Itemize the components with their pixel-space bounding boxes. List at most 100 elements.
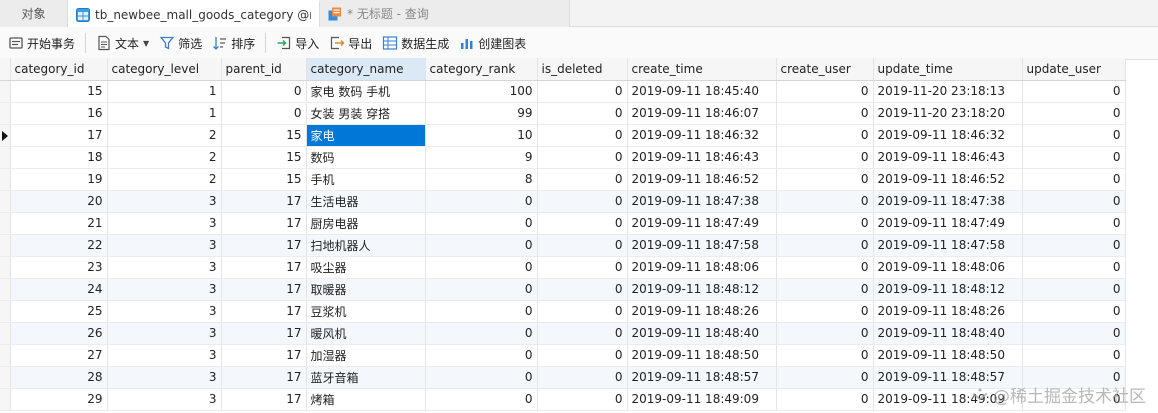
column-header-is-deleted[interactable]: is_deleted xyxy=(537,58,628,81)
table-row[interactable]: 21 3 17 厨房电器 0 0 2019-09-11 18:47:49 0 2019-09-1… xyxy=(0,212,1126,235)
cell-category-id[interactable]: 28 xyxy=(10,366,108,389)
cell-category-id[interactable]: 27 xyxy=(10,344,108,367)
cell-update-time[interactable]: 2019-09-11 18:47:58 xyxy=(873,234,1023,257)
cell-parent-id[interactable]: 17 xyxy=(221,278,307,301)
cell-create-time[interactable]: 2019-09-11 18:47:58 xyxy=(627,234,777,257)
cell-update-user[interactable]: 0 xyxy=(1022,102,1126,125)
cell-create-time[interactable]: 2019-09-11 18:48:12 xyxy=(627,278,777,301)
cell-is-deleted[interactable]: 0 xyxy=(537,190,628,213)
row-indicator[interactable] xyxy=(0,80,11,103)
cell-create-user[interactable]: 0 xyxy=(776,212,874,235)
table-row[interactable]: 28 3 17 蓝牙音箱 0 0 2019-09-11 18:48:57 0 2019-09-1… xyxy=(0,366,1126,389)
cell-update-time[interactable]: 2019-09-11 18:48:50 xyxy=(873,344,1023,367)
cell-is-deleted[interactable]: 0 xyxy=(537,344,628,367)
cell-update-time[interactable]: 2019-09-11 18:48:40 xyxy=(873,322,1023,345)
cell-update-time[interactable]: 2019-09-11 18:47:38 xyxy=(873,190,1023,213)
text-view-button[interactable]: 文本 ▼ xyxy=(92,31,153,55)
cell-parent-id[interactable]: 17 xyxy=(221,190,307,213)
cell-category-name[interactable]: 取暖器 xyxy=(306,278,426,301)
cell-category-rank[interactable]: 0 xyxy=(425,234,538,257)
cell-category-rank[interactable]: 0 xyxy=(425,278,538,301)
cell-category-name[interactable]: 加湿器 xyxy=(306,344,426,367)
cell-is-deleted[interactable]: 0 xyxy=(537,80,628,103)
cell-create-time[interactable]: 2019-09-11 18:49:09 xyxy=(627,388,777,411)
cell-category-level[interactable]: 3 xyxy=(107,278,222,301)
cell-create-time[interactable]: 2019-09-11 18:45:40 xyxy=(627,80,777,103)
cell-category-level[interactable]: 3 xyxy=(107,234,222,257)
cell-update-user[interactable]: 0 xyxy=(1022,344,1126,367)
cell-create-user[interactable]: 0 xyxy=(776,388,874,411)
row-indicator[interactable] xyxy=(0,366,11,389)
row-indicator[interactable] xyxy=(0,146,11,169)
cell-update-user[interactable]: 0 xyxy=(1022,190,1126,213)
cell-parent-id[interactable]: 0 xyxy=(221,102,307,125)
import-button[interactable]: 导入 xyxy=(272,31,323,55)
cell-create-user[interactable]: 0 xyxy=(776,344,874,367)
cell-category-name[interactable]: 吸尘器 xyxy=(306,256,426,279)
row-indicator[interactable] xyxy=(0,344,11,367)
cell-create-time[interactable]: 2019-09-11 18:48:06 xyxy=(627,256,777,279)
cell-update-user[interactable]: 0 xyxy=(1022,234,1126,257)
cell-category-level[interactable]: 3 xyxy=(107,190,222,213)
cell-create-time[interactable]: 2019-09-11 18:46:07 xyxy=(627,102,777,125)
row-indicator[interactable] xyxy=(0,300,11,323)
cell-update-user[interactable]: 0 xyxy=(1022,146,1126,169)
cell-category-level[interactable]: 3 xyxy=(107,300,222,323)
cell-category-level[interactable]: 1 xyxy=(107,80,222,103)
data-generation-button[interactable]: 数据生成 xyxy=(378,31,453,55)
cell-category-level[interactable]: 1 xyxy=(107,102,222,125)
cell-is-deleted[interactable]: 0 xyxy=(537,322,628,345)
cell-category-id[interactable]: 16 xyxy=(10,102,108,125)
row-indicator[interactable] xyxy=(0,322,11,345)
cell-is-deleted[interactable]: 0 xyxy=(537,278,628,301)
cell-create-time[interactable]: 2019-09-11 18:46:43 xyxy=(627,146,777,169)
cell-update-user[interactable]: 0 xyxy=(1022,168,1126,191)
cell-category-level[interactable]: 3 xyxy=(107,388,222,411)
export-button[interactable]: 导出 xyxy=(325,31,376,55)
cell-parent-id[interactable]: 17 xyxy=(221,256,307,279)
cell-parent-id[interactable]: 17 xyxy=(221,344,307,367)
row-indicator[interactable] xyxy=(0,102,11,125)
cell-category-id[interactable]: 20 xyxy=(10,190,108,213)
cell-is-deleted[interactable]: 0 xyxy=(537,212,628,235)
row-indicator[interactable] xyxy=(0,212,11,235)
cell-category-level[interactable]: 3 xyxy=(107,322,222,345)
cell-parent-id[interactable]: 17 xyxy=(221,300,307,323)
column-header-parent-id[interactable]: parent_id xyxy=(221,58,307,81)
column-header-create-time[interactable]: create_time xyxy=(627,58,777,81)
cell-category-rank[interactable]: 0 xyxy=(425,344,538,367)
cell-category-id[interactable]: 21 xyxy=(10,212,108,235)
cell-category-name[interactable]: 生活电器 xyxy=(306,190,426,213)
cell-create-user[interactable]: 0 xyxy=(776,300,874,323)
cell-create-time[interactable]: 2019-09-11 18:47:38 xyxy=(627,190,777,213)
cell-category-rank[interactable]: 0 xyxy=(425,366,538,389)
row-indicator[interactable] xyxy=(0,168,11,191)
cell-category-level[interactable]: 3 xyxy=(107,256,222,279)
cell-category-name[interactable]: 厨房电器 xyxy=(306,212,426,235)
cell-category-id[interactable]: 26 xyxy=(10,322,108,345)
tab-query[interactable]: * 无标题 - 查询 xyxy=(320,0,570,27)
table-row[interactable]: 20 3 17 生活电器 0 0 2019-09-11 18:47:38 0 2019-09-1… xyxy=(0,190,1126,213)
cell-category-level[interactable]: 2 xyxy=(107,124,222,147)
cell-category-rank[interactable]: 0 xyxy=(425,256,538,279)
cell-update-time[interactable]: 2019-09-11 18:47:49 xyxy=(873,212,1023,235)
cell-create-time[interactable]: 2019-09-11 18:46:32 xyxy=(627,124,777,147)
column-header-update-time[interactable]: update_time xyxy=(873,58,1023,81)
cell-category-rank[interactable]: 0 xyxy=(425,212,538,235)
cell-update-time[interactable]: 2019-09-11 18:46:43 xyxy=(873,146,1023,169)
cell-update-user[interactable]: 0 xyxy=(1022,80,1126,103)
table-row[interactable]: 29 3 17 烤箱 0 0 2019-09-11 18:49:09 0 2019-09-11 … xyxy=(0,388,1126,411)
table-row[interactable]: 15 1 0 家电 数码 手机 100 0 2019-09-11 18:45:40 0 2019… xyxy=(0,80,1126,103)
cell-parent-id[interactable]: 17 xyxy=(221,366,307,389)
cell-parent-id[interactable]: 15 xyxy=(221,168,307,191)
cell-parent-id[interactable]: 17 xyxy=(221,212,307,235)
cell-category-rank[interactable]: 9 xyxy=(425,146,538,169)
cell-is-deleted[interactable]: 0 xyxy=(537,102,628,125)
cell-create-user[interactable]: 0 xyxy=(776,278,874,301)
column-header-category-level[interactable]: category_level xyxy=(107,58,222,81)
cell-category-rank[interactable]: 0 xyxy=(425,322,538,345)
cell-create-time[interactable]: 2019-09-11 18:48:26 xyxy=(627,300,777,323)
cell-category-name[interactable]: 蓝牙音箱 xyxy=(306,366,426,389)
table-row[interactable]: 26 3 17 暖风机 0 0 2019-09-11 18:48:40 0 2019-09-11… xyxy=(0,322,1126,345)
cell-category-level[interactable]: 2 xyxy=(107,168,222,191)
